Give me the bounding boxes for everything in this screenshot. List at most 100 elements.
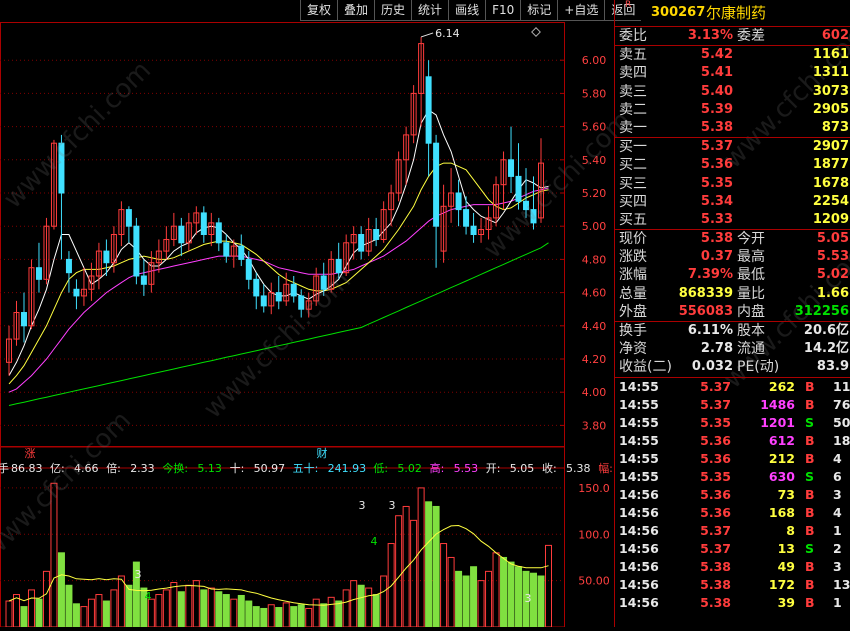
tick-volume: 262 (768, 378, 795, 394)
quote-value: 7.39% (687, 267, 733, 283)
quote-panel: R 300267 尔康制药 委比 3.13% 委差 602 卖五 5.42 1161… (614, 0, 850, 627)
tick-side: S (805, 540, 815, 556)
buy-row: 买四 5.34 2254 (615, 193, 850, 211)
tick-count: 13 (833, 576, 850, 592)
tick-time: 14:55 (619, 396, 659, 412)
quote-value: 312256 (794, 303, 849, 319)
tick-side: S (805, 468, 815, 484)
tick-count: 4 (833, 450, 842, 466)
kline-chart-area[interactable]: 6.00 5.80 5.60 5.40 5.20 5.00 4.80 4.60 4.40 4.20… (0, 22, 647, 628)
volume-signal-mark: 3 (525, 592, 532, 605)
level-volume: 2907 (812, 139, 849, 155)
weibi-label: 委比 (619, 28, 647, 44)
price-axis-label: 5.20 (582, 187, 607, 200)
volume-bar (117, 575, 125, 628)
volume-bar (350, 580, 358, 628)
level-label: 买四 (619, 193, 647, 210)
level-volume: 1161 (812, 47, 849, 63)
toolbar-button[interactable]: 历史 (374, 0, 412, 21)
tick-price: 5.36 (700, 432, 731, 448)
candle-body (35, 267, 42, 280)
price-axis-label: 4.20 (582, 353, 607, 366)
tick-side: B (805, 432, 815, 448)
volume-bar (500, 556, 508, 628)
volume-bar (537, 575, 545, 628)
tick-count: 4 (833, 504, 842, 520)
quote-label: 今开 (737, 231, 765, 248)
info-value: 5.53 (454, 462, 479, 475)
volume-bar (162, 589, 170, 628)
ma10-line (8, 162, 549, 385)
candle-body (20, 312, 27, 327)
volume-bar (245, 600, 253, 628)
level-label: 卖五 (619, 47, 647, 64)
candle-body (125, 209, 132, 227)
volume-bar (35, 598, 43, 628)
candle-body (58, 142, 65, 194)
toolbar-button[interactable]: F10 (485, 0, 521, 21)
volume-bar (395, 515, 403, 628)
tick-count: 6 (833, 468, 842, 484)
toolbar-button[interactable]: 统计 (411, 0, 449, 21)
volume-signal-mark: 4 (371, 535, 378, 548)
tick-count: 76 (833, 396, 850, 412)
toolbar-button[interactable]: +自选 (557, 0, 605, 21)
tick-time: 14:56 (619, 504, 659, 520)
volume-bar (320, 603, 328, 628)
volume-axis-label: 100.0 (578, 528, 610, 541)
volume-bar (462, 575, 470, 628)
price-axis-label: 4.00 (582, 386, 607, 399)
info-label: 今换: (162, 461, 188, 475)
volume-bar (372, 594, 380, 628)
level-volume: 1678 (812, 175, 849, 191)
volume-signal-mark: 3 (359, 499, 366, 512)
weicha-label: 委差 (737, 28, 765, 44)
quote-label: 外盘 (619, 303, 647, 320)
tick-volume: 73 (777, 486, 795, 502)
candle-body (455, 192, 462, 211)
volume-bar (544, 544, 552, 628)
tick-price: 5.38 (700, 594, 731, 610)
tick-side: B (805, 576, 815, 592)
quote-row: 涨跌 0.37 最高 5.53 (615, 248, 850, 266)
tick-row: 14:56 5.37 13 S 2 (615, 540, 850, 558)
toolbar-button[interactable]: 叠加 (337, 0, 375, 21)
fundamentals: 换手 6.11% 股本 20.6亿 净资 2.78 流通 14.2亿 收益(二) 0.032 PE(… (615, 322, 850, 378)
volume-bar (170, 581, 178, 628)
tick-count: 3 (833, 558, 842, 574)
volume-bar (95, 594, 103, 628)
tick-volume: 13 (777, 540, 795, 556)
level-price: 5.42 (700, 47, 733, 63)
volume-bar (20, 606, 28, 628)
volume-bar (507, 561, 515, 628)
kline-chart[interactable]: 6.00 5.80 5.60 5.40 5.20 5.00 4.80 4.60 4.40 4.20… (0, 22, 647, 628)
info-label: 亿: (50, 462, 65, 475)
tick-price: 5.38 (700, 558, 731, 574)
fundamental-row: 收益(二) 0.032 PE(动) 83.9 (615, 358, 850, 376)
weibi-value: 3.13% (687, 28, 733, 43)
fundamental-row: 换手 6.11% 股本 20.6亿 (615, 322, 850, 340)
fundamental-label: 净资 (619, 341, 647, 358)
tick-list[interactable]: 14:55 5.37 262 B 11 14:55 5.37 1486 B 76 14:55 5.35… (615, 378, 850, 612)
info-value: 5.38 (566, 462, 591, 475)
tick-volume: 168 (768, 504, 795, 520)
tick-count: 1 (833, 522, 842, 538)
volume-bar (147, 598, 155, 628)
volume-bar (252, 606, 260, 628)
quote-row: 现价 5.38 今开 5.05 (615, 230, 850, 248)
toolbar-button[interactable]: 复权 (300, 0, 338, 21)
volume-bar (110, 589, 118, 628)
tick-time: 14:56 (619, 486, 659, 502)
toolbar-button[interactable]: 标记 (520, 0, 558, 21)
volume-bar (282, 602, 290, 628)
tick-price: 5.36 (700, 504, 731, 520)
volume-bar (297, 604, 305, 628)
toolbar-button[interactable]: 画线 (448, 0, 486, 21)
volume-bar (260, 607, 268, 628)
quote-value: 868339 (678, 285, 733, 301)
quote-label: 最低 (737, 267, 765, 284)
volume-bar (492, 552, 500, 628)
tick-count: 1 (833, 594, 842, 610)
volume-bar (207, 587, 215, 628)
tick-price: 5.35 (700, 414, 731, 430)
